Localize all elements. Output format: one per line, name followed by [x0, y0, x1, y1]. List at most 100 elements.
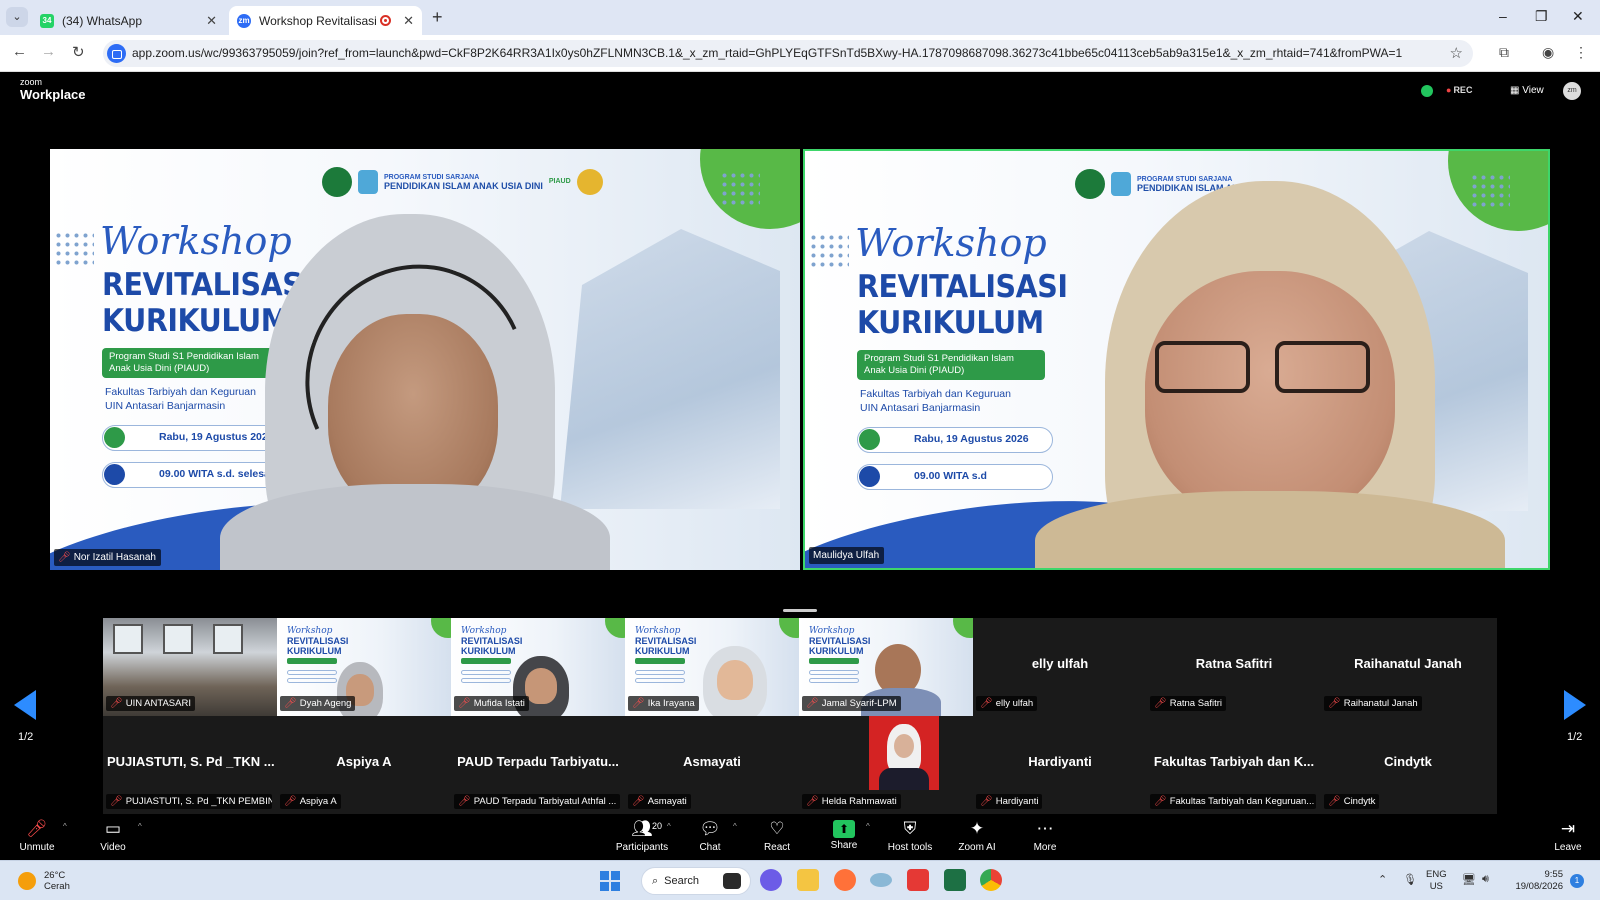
participant-tile[interactable]: Asmayati 🎤︎ Asmayati	[625, 716, 799, 814]
faculty-line-2: UIN Antasari Banjarmasin	[860, 402, 981, 414]
leave-button[interactable]: ⇥ Leave	[1553, 818, 1583, 853]
piaud-logo: PIAUD	[548, 178, 571, 185]
tab-whatsapp[interactable]: 34 (34) WhatsApp ✕	[32, 6, 225, 35]
network-icon[interactable]: 🖥︎	[1462, 873, 1476, 886]
participant-tile[interactable]: Workshop REVITALISASI KURIKULUM 🎤︎ Jamal S…	[799, 618, 973, 716]
mini-slide-program	[287, 658, 337, 664]
recording-badge[interactable]: REC	[1446, 85, 1472, 95]
whatsapp-icon: 34	[40, 13, 54, 28]
close-tab-icon[interactable]: ✕	[206, 13, 217, 29]
reload-icon[interactable]: ↻	[72, 43, 85, 61]
participant-tile[interactable]: Fakultas Tarbiyah dan K... 🎤︎ Fakultas Ta…	[1147, 716, 1321, 814]
next-page-arrow-icon[interactable]	[1564, 690, 1586, 720]
mini-slide-pill	[461, 678, 511, 683]
participants-options-chevron-icon[interactable]: ^	[667, 822, 671, 831]
react-button[interactable]: ♡ React	[762, 818, 792, 853]
restore-button[interactable]: ❐	[1535, 8, 1548, 25]
chat-button[interactable]: 💬︎ Chat	[697, 818, 723, 853]
clock-date: 19/08/2026	[1515, 881, 1563, 892]
show-hidden-icons-chevron[interactable]: ⌃	[1378, 873, 1387, 886]
participant-tile[interactable]: Ratna Safitri 🎤︎ Ratna Safitri	[1147, 618, 1321, 716]
firefox-icon[interactable]	[834, 869, 856, 891]
participant-tile[interactable]: Raihanatul Janah 🎤︎ Raihanatul Janah	[1321, 618, 1495, 716]
participant-tile[interactable]: PAUD Terpadu Tarbiyatu... 🎤︎ PAUD Terpadu…	[451, 716, 625, 814]
share-button[interactable]: ⬆ Share	[828, 818, 860, 851]
video-button[interactable]: ▭ Video	[96, 818, 130, 853]
view-button[interactable]: ▦ View	[1510, 85, 1544, 96]
new-tab-button[interactable]: +	[432, 7, 443, 28]
speaker-name-tag: Maulidya Ulfah	[809, 547, 885, 564]
back-arrow-icon[interactable]: ←	[12, 43, 27, 60]
mini-slide-workshop: Workshop	[461, 626, 507, 636]
photo-face	[894, 734, 914, 758]
participant-tile[interactable]: Workshop REVITALISASI KURIKULUM 🎤︎ Mufida …	[451, 618, 625, 716]
site-info-icon[interactable]	[107, 44, 126, 63]
slide-program-box: Program Studi S1 Pendidikan Islam Anak U…	[857, 350, 1045, 380]
video-tile-speaker-2-active[interactable]: PROGRAM STUDI SARJANA PENDIDIKAN ISLAM AN…	[803, 149, 1550, 570]
zoom-account-avatar[interactable]: zm	[1563, 82, 1581, 100]
chat-options-chevron-icon[interactable]: ^	[733, 822, 737, 831]
system-clock[interactable]: 9:55 19/08/2026	[1513, 869, 1563, 893]
tab-zoom-workshop[interactable]: zm Workshop Revitalisasi Kurik ✕	[229, 6, 422, 35]
sun-icon	[18, 872, 36, 890]
minimize-button[interactable]: –	[1499, 8, 1507, 24]
chrome-icon[interactable]	[980, 869, 1002, 891]
eyeglasses	[1275, 341, 1370, 393]
microphone-tray-icon[interactable]: 🎙︎	[1403, 873, 1417, 886]
profile-icon[interactable]: ◉	[1542, 44, 1554, 61]
participant-tile[interactable]: Aspiya A 🎤︎ Aspiya A	[277, 716, 451, 814]
forward-arrow-icon[interactable]: →	[41, 43, 56, 60]
shield-icon: ⛨	[903, 819, 917, 838]
url-text[interactable]: app.zoom.us/wc/99363795059/join?ref_from…	[132, 46, 1432, 60]
teams-chat-icon[interactable]	[760, 869, 782, 891]
task-view-icon[interactable]	[723, 873, 741, 889]
participant-tile[interactable]: Cindytk 🎤︎ Cindytk	[1321, 716, 1495, 814]
extensions-icon[interactable]: ⧉	[1499, 44, 1509, 61]
mini-slide-pill	[809, 670, 859, 675]
participant-name-tag: 🎤︎ Raihanatul Janah	[1324, 696, 1422, 711]
notification-badge[interactable]: 1	[1570, 874, 1584, 888]
participant-name-tag: 🎤︎ Ratna Safitri	[1150, 696, 1226, 711]
mini-slide-title: REVITALISASI KURIKULUM	[461, 636, 523, 656]
participant-tile[interactable]: 🎤︎ Helda Rahmawati	[799, 716, 973, 814]
speaker-body	[220, 484, 610, 570]
excel-icon[interactable]	[944, 869, 966, 891]
participant-tile[interactable]: 🎤︎ UIN ANTASARI	[103, 618, 277, 716]
participant-tile[interactable]: elly ulfah 🎤︎ elly ulfah	[973, 618, 1147, 716]
mic-muted-icon: 🎤︎	[284, 796, 297, 807]
close-window-button[interactable]: ✕	[1572, 8, 1584, 25]
participant-tile[interactable]: Workshop REVITALISASI KURIKULUM 🎤︎ Dyah Ag…	[277, 618, 451, 716]
participant-tile[interactable]: PUJIASTUTI, S. Pd _TKN ... 🎤︎ PUJIASTUTI,…	[103, 716, 277, 814]
browser-menu-icon[interactable]: ⋮	[1574, 44, 1588, 61]
participant-tile[interactable]: Hardiyanti 🎤︎ Hardiyanti	[973, 716, 1147, 814]
share-options-chevron-icon[interactable]: ^	[866, 822, 870, 831]
audio-options-chevron-icon[interactable]: ^	[63, 822, 67, 831]
zoom-header: zoom Workplace REC ▦ View zm	[0, 72, 1600, 112]
weather-widget[interactable]: 26°C Cerah	[18, 870, 70, 892]
previous-page-arrow-icon[interactable]	[14, 690, 36, 720]
video-tile-speaker-1[interactable]: PROGRAM STUDI SARJANA PENDIDIKAN ISLAM AN…	[50, 149, 800, 570]
gallery-resize-handle[interactable]	[783, 609, 817, 612]
participant-display-name: Asmayati	[683, 754, 741, 769]
unmute-button[interactable]: 🎤︎ Unmute	[18, 818, 56, 853]
tab-search-menu-icon[interactable]: ⌄	[6, 7, 28, 27]
mini-slide-workshop: Workshop	[635, 626, 681, 636]
url-omnibox[interactable]: app.zoom.us/wc/99363795059/join?ref_from…	[103, 40, 1473, 67]
background-green-shape	[953, 618, 973, 638]
input-language[interactable]: ENG US	[1426, 869, 1447, 893]
volume-icon[interactable]: 🔊︎	[1482, 873, 1489, 886]
bookmark-star-icon[interactable]: ☆	[1450, 44, 1463, 62]
encryption-shield-icon[interactable]	[1421, 85, 1433, 97]
zoom-ai-button[interactable]: ✦ Zoom AI	[956, 818, 998, 853]
lang-code: ENG	[1426, 869, 1447, 880]
video-options-chevron-icon[interactable]: ^	[138, 822, 142, 831]
more-button[interactable]: ⋯ More	[1030, 818, 1060, 853]
wps-office-icon[interactable]	[907, 869, 929, 891]
file-explorer-icon[interactable]	[797, 869, 819, 891]
participant-tile[interactable]: Workshop REVITALISASI KURIKULUM 🎤︎ Ika Ira…	[625, 618, 799, 716]
search-icon: ⌕	[652, 875, 659, 887]
app-icon[interactable]	[870, 873, 892, 887]
close-tab-icon[interactable]: ✕	[403, 13, 414, 29]
windows-start-icon[interactable]	[600, 871, 620, 891]
host-tools-button[interactable]: ⛨ Host tools	[886, 818, 934, 853]
